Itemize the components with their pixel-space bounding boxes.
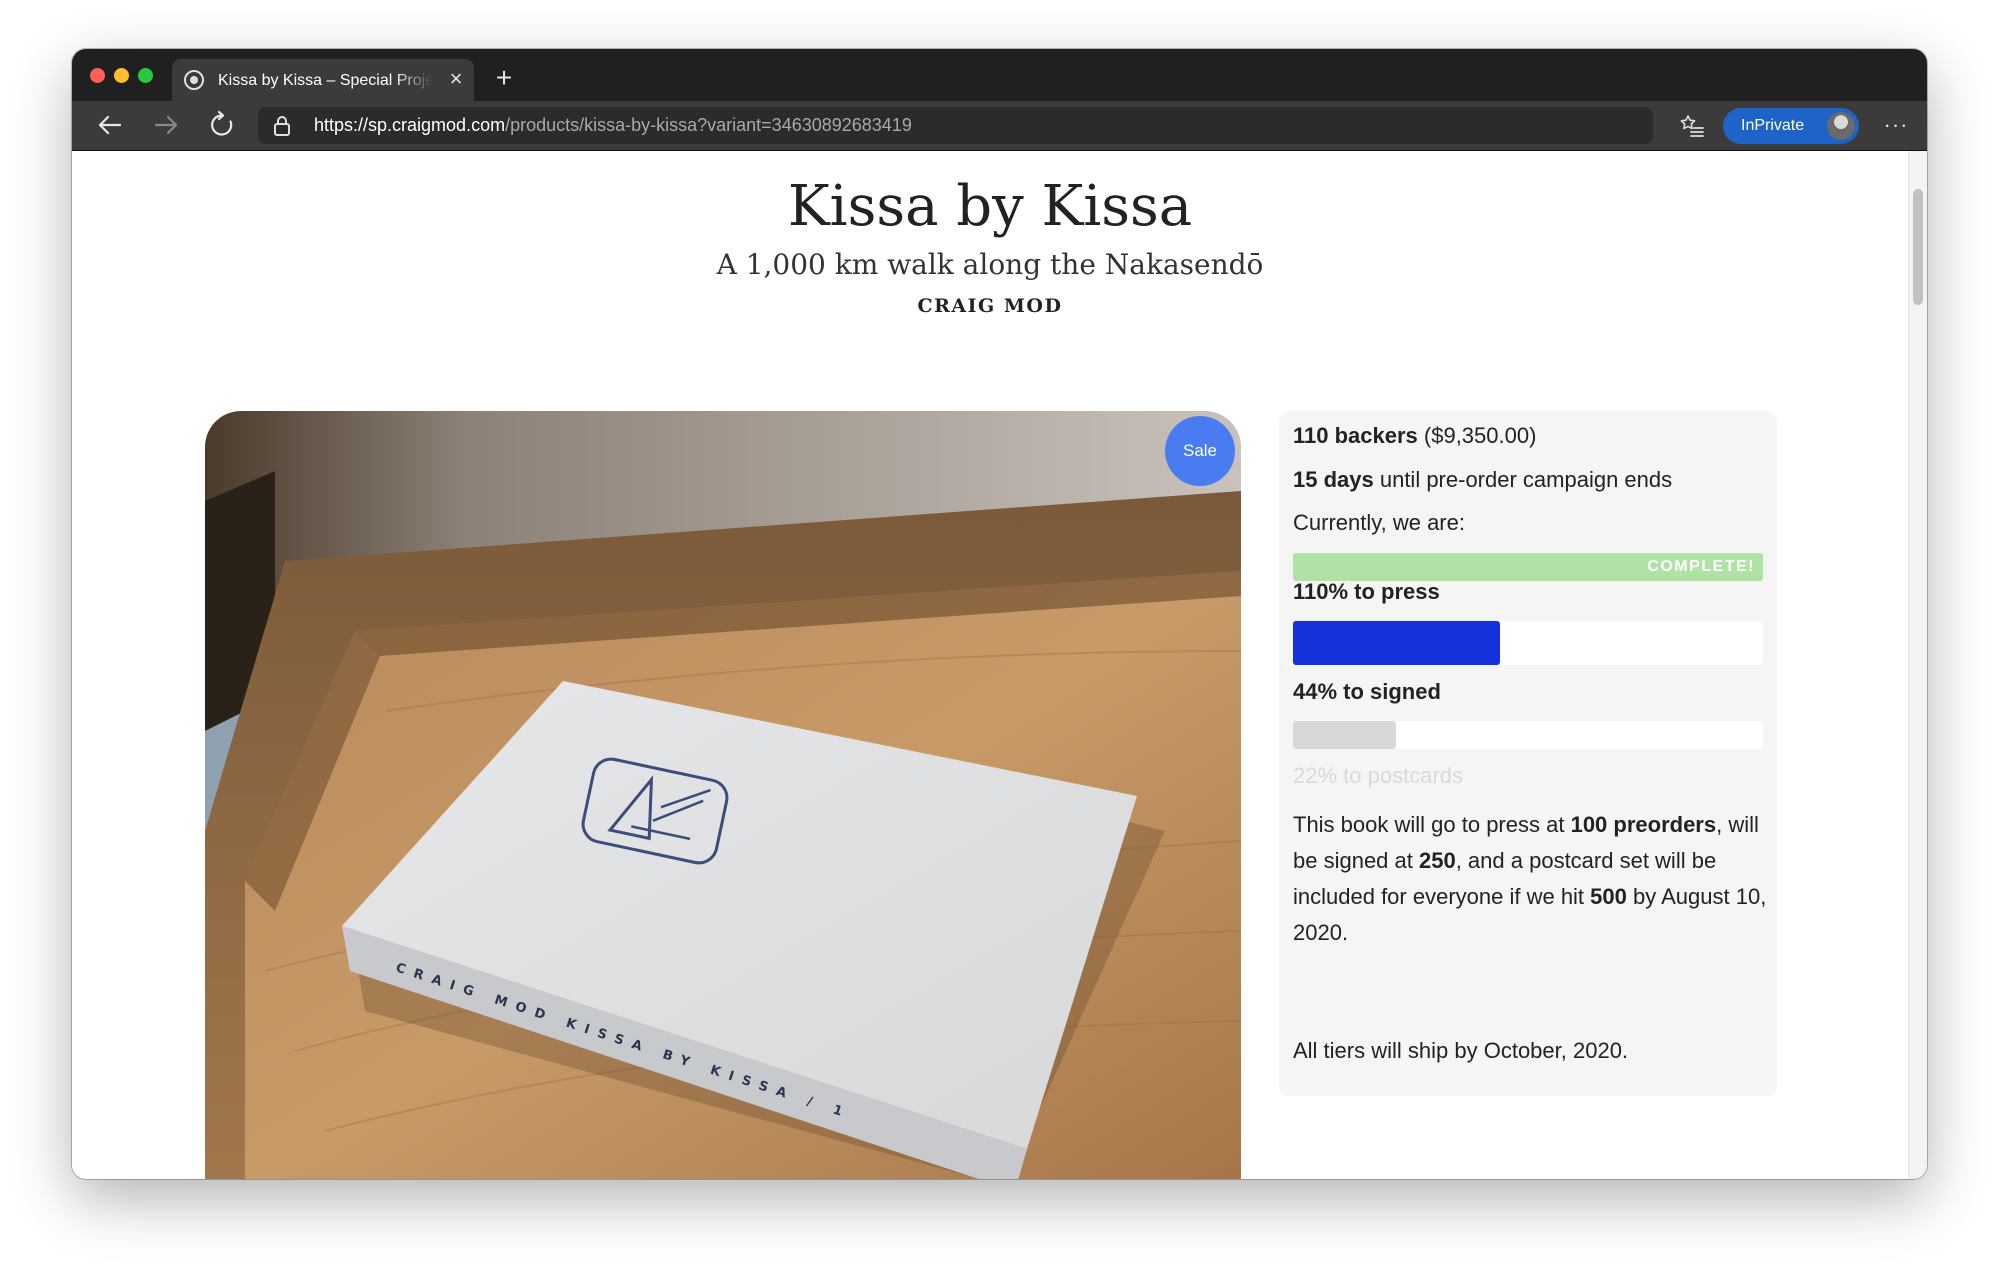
page-viewport: Kissa by Kissa A 1,000 km walk along the… bbox=[72, 151, 1927, 1179]
favorites-icon[interactable] bbox=[1679, 113, 1705, 139]
days-left: 15 days bbox=[1293, 467, 1374, 492]
inprivate-label: InPrivate bbox=[1741, 117, 1805, 134]
minimize-window-button[interactable] bbox=[114, 68, 129, 83]
backers-count: 110 backers bbox=[1293, 423, 1418, 448]
tab-active[interactable]: Kissa by Kissa – Special Projects × bbox=[172, 59, 474, 101]
browser-window: Kissa by Kissa – Special Projects × + ht… bbox=[72, 49, 1927, 1179]
signed-progress-fill bbox=[1293, 621, 1500, 665]
browser-toolbar: https://sp.craigmod.com/products/kissa-b… bbox=[72, 101, 1927, 151]
signed-progress-label: 44% to signed bbox=[1293, 679, 1441, 704]
desc-text-1: This book will go to press at bbox=[1293, 812, 1571, 837]
reload-icon[interactable] bbox=[206, 109, 238, 141]
complete-tag: COMPLETE! bbox=[1647, 558, 1755, 575]
signed-progress-bar bbox=[1293, 621, 1763, 665]
shipping-note: All tiers will ship by October, 2020. bbox=[1293, 1038, 1629, 1063]
url-path: /products/kissa-by-kissa?variant=3463089… bbox=[505, 115, 912, 135]
postcards-progress-fill bbox=[1293, 721, 1397, 749]
back-arrow-icon[interactable] bbox=[94, 109, 126, 141]
press-progress-label: 110% to press bbox=[1293, 579, 1440, 604]
lock-icon[interactable] bbox=[272, 115, 292, 137]
campaign-status-panel: 110 backers ($9,350.00) 15 days until pr… bbox=[1279, 411, 1777, 1096]
forward-arrow-icon[interactable] bbox=[150, 109, 182, 141]
site-favicon-icon bbox=[184, 70, 204, 90]
more-icon[interactable]: ··· bbox=[1881, 111, 1911, 141]
scrollbar-thumb[interactable] bbox=[1913, 189, 1923, 305]
page-scrollbar[interactable] bbox=[1908, 151, 1927, 1179]
close-icon[interactable]: × bbox=[444, 67, 468, 91]
url-text[interactable]: https://sp.craigmod.com/products/kissa-b… bbox=[314, 115, 912, 136]
backers-line: 110 backers ($9,350.00) bbox=[1293, 421, 1536, 451]
postcards-progress-label: 22% to postcards bbox=[1293, 763, 1463, 788]
url-host: https://sp.craigmod.com bbox=[314, 115, 506, 135]
sale-badge: Sale bbox=[1165, 416, 1235, 486]
page-subtitle: A 1,000 km walk along the Nakasendō bbox=[716, 248, 1264, 281]
page-title: Kissa by Kissa bbox=[787, 174, 1193, 239]
product-image[interactable]: CRAIG MOD KISSA BY KISSA / 1 bbox=[205, 411, 1241, 1179]
inprivate-button[interactable]: InPrivate bbox=[1723, 108, 1859, 144]
avatar bbox=[1827, 112, 1855, 140]
address-bar[interactable]: https://sp.craigmod.com/products/kissa-b… bbox=[258, 107, 1825, 144]
close-window-button[interactable] bbox=[90, 68, 105, 83]
days-left-suffix: until pre-order campaign ends bbox=[1373, 467, 1673, 492]
campaign-description: This book will go to press at 100 preord… bbox=[1293, 807, 1773, 951]
tab-strip: Kissa by Kissa – Special Projects × + bbox=[72, 49, 1927, 101]
desc-preorders: 100 preorders bbox=[1570, 812, 1717, 837]
zoom-window-button[interactable] bbox=[138, 68, 153, 83]
desc-signed-count: 250 bbox=[1418, 848, 1456, 873]
days-left-line: 15 days until pre-order campaign ends bbox=[1293, 465, 1672, 495]
plus-icon[interactable]: + bbox=[489, 63, 519, 93]
book-photo-illustration: CRAIG MOD KISSA BY KISSA / 1 bbox=[205, 411, 1241, 1179]
author-name: CRAIG MOD bbox=[917, 295, 1063, 317]
desc-postcard-count: 500 bbox=[1590, 884, 1627, 909]
backers-amount: ($9,350.00) bbox=[1417, 423, 1537, 448]
postcards-progress-bar bbox=[1293, 721, 1763, 749]
tab-title: Kissa by Kissa – Special Projects bbox=[218, 72, 433, 89]
status-intro: Currently, we are: bbox=[1293, 510, 1465, 535]
